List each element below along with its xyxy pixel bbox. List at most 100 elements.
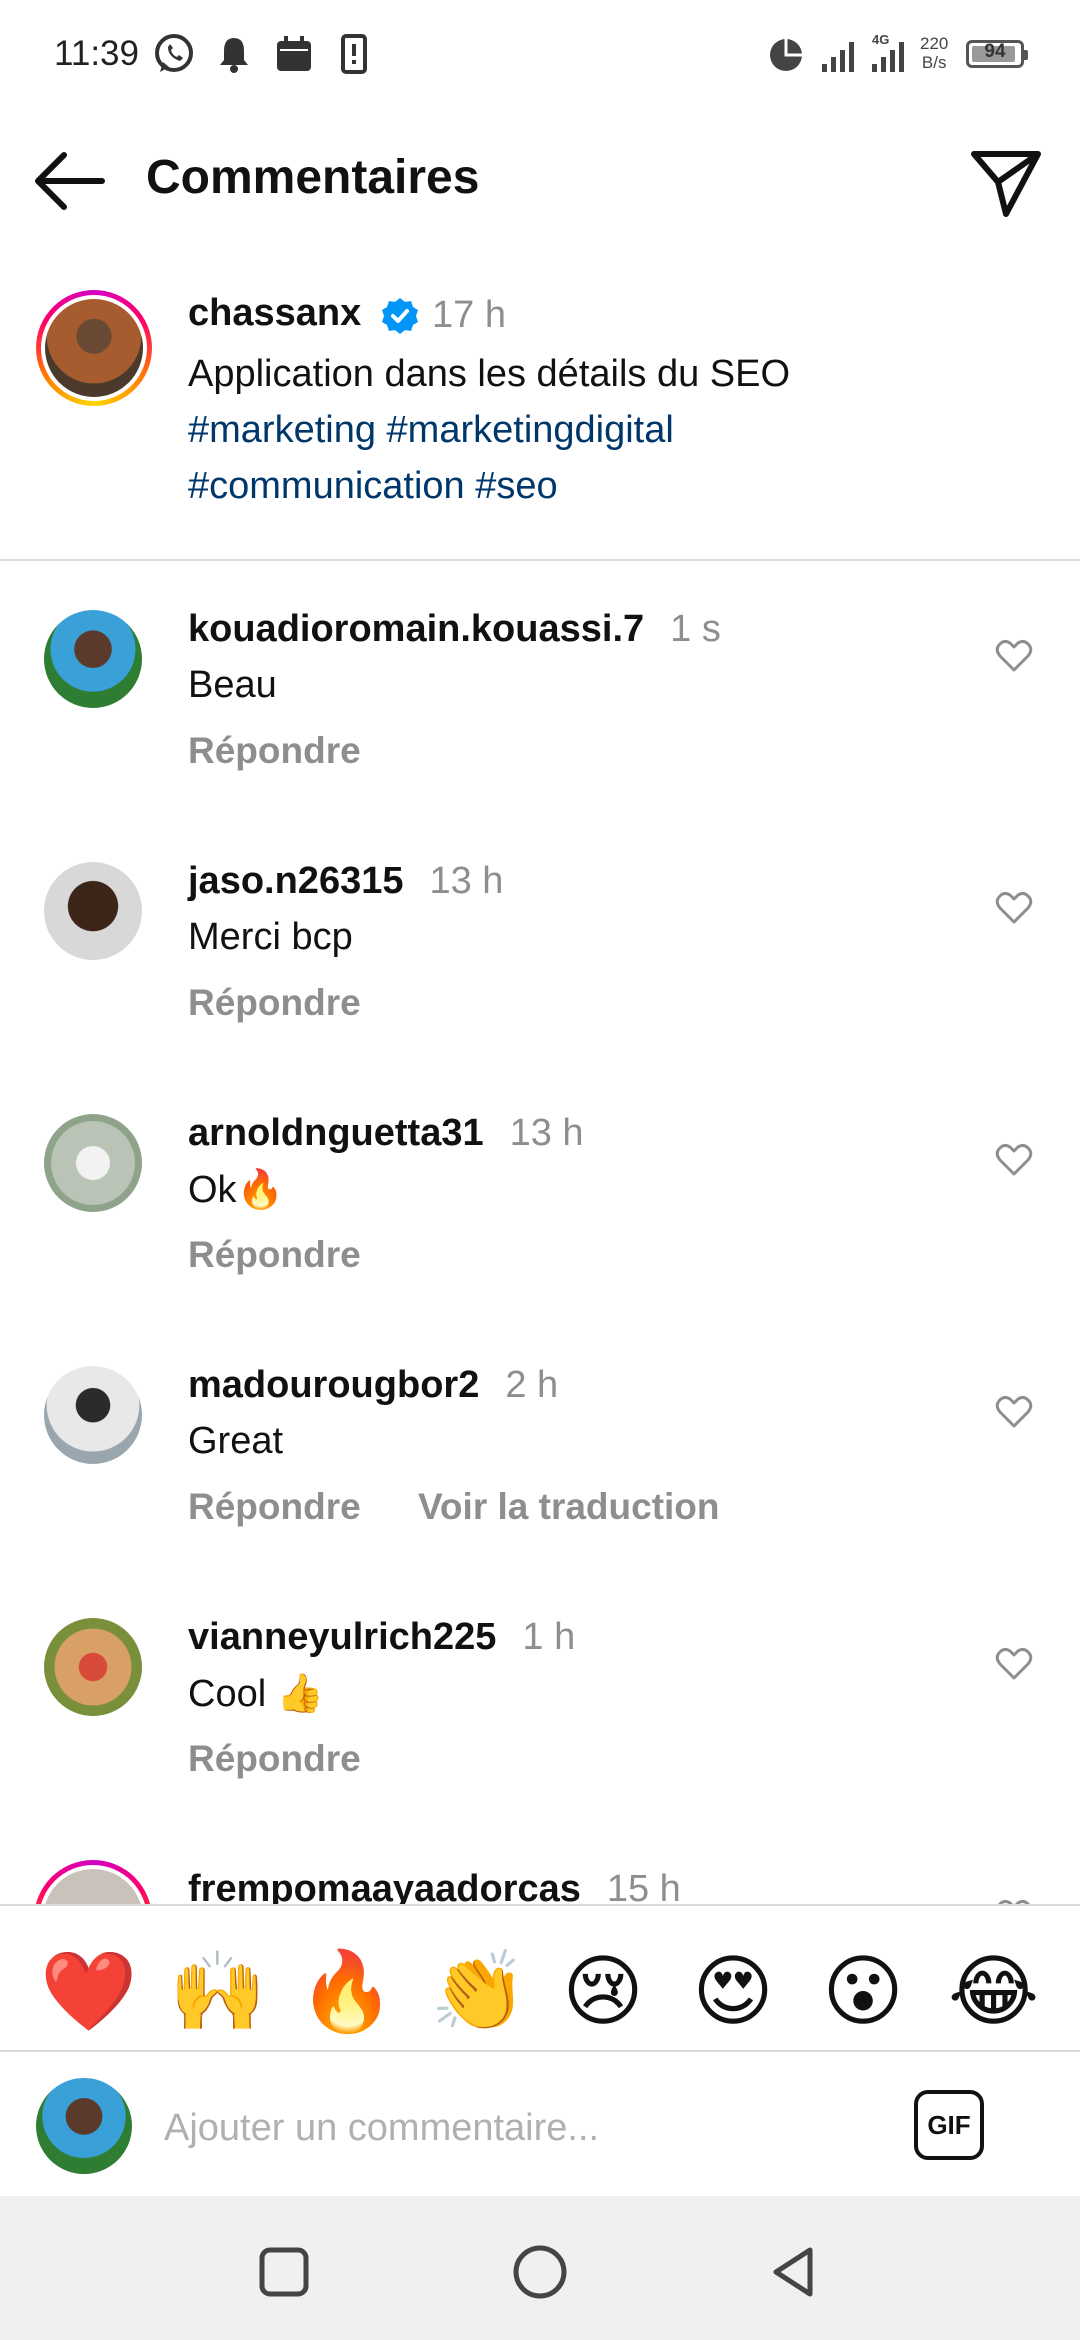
comment-text: Ok🔥 xyxy=(188,1169,284,1211)
heart-outline-icon xyxy=(995,1647,1033,1680)
battery-icon: 94 xyxy=(966,40,1028,68)
comment-time: 13 h xyxy=(429,860,504,902)
arrow-left-icon xyxy=(35,152,105,210)
recent-apps-button[interactable] xyxy=(252,2240,316,2304)
comment-avatar[interactable] xyxy=(44,1366,142,1464)
post-caption: Application dans les détails du SEO #mar… xyxy=(188,346,1008,514)
heart-outline-icon xyxy=(995,639,1033,672)
like-button[interactable] xyxy=(994,1140,1034,1180)
comment-username[interactable]: jaso.n26315 xyxy=(188,860,403,902)
comment-text: Great xyxy=(188,1420,284,1462)
reply-button[interactable]: Répondre xyxy=(188,730,361,772)
circle-icon xyxy=(513,2245,567,2299)
comment-item: madourougbor2 2 h Great Répondre Voir la … xyxy=(0,1344,1080,1596)
comment-username[interactable]: vianneyulrich225 xyxy=(188,1616,496,1658)
heart-outline-icon xyxy=(997,1899,1031,1904)
comment-text: Beau xyxy=(188,664,277,706)
like-button[interactable] xyxy=(994,1644,1034,1684)
like-button[interactable] xyxy=(994,1896,1034,1904)
battery-level: 94 xyxy=(984,41,1006,62)
status-time: 11:39 xyxy=(54,34,139,73)
comment-username[interactable]: madourougbor2 xyxy=(188,1364,479,1406)
see-translation-button[interactable]: Voir la traduction xyxy=(418,1486,720,1528)
comment-composer: GIF xyxy=(0,2050,1080,2198)
reply-button[interactable]: Répondre xyxy=(188,982,361,1024)
comment-time: 13 h xyxy=(509,1112,584,1154)
back-button[interactable] xyxy=(30,146,114,216)
hashtag-link[interactable]: #seo xyxy=(475,465,557,507)
signal-icon xyxy=(818,30,866,78)
heart-outline-icon xyxy=(995,1143,1033,1176)
battery-tip xyxy=(1024,50,1028,60)
comment-username[interactable]: frempomaayaadorcas xyxy=(188,1868,581,1904)
hashtag-link[interactable]: #marketingdigital xyxy=(387,409,674,451)
comment-item: vianneyulrich225 1 h Cool 👍 Répondre xyxy=(0,1596,1080,1848)
bell-icon xyxy=(210,30,258,78)
comment-time: 2 h xyxy=(505,1364,559,1406)
divider xyxy=(0,559,1080,561)
reply-button[interactable]: Répondre xyxy=(188,1486,361,1528)
heart-outline-icon xyxy=(995,1395,1033,1428)
comment-header: vianneyulrich225 1 h xyxy=(188,1616,575,1659)
post-author-username[interactable]: chassanx xyxy=(188,292,361,335)
emoji-fire-button[interactable]: 🔥 xyxy=(298,1946,395,2036)
comment-time: 15 h xyxy=(606,1868,681,1904)
triangle-back-icon xyxy=(773,2247,813,2297)
network-speed-unit: B/s xyxy=(921,53,947,72)
comment-item: jaso.n26315 13 h Merci bcp Répondre xyxy=(0,840,1080,1092)
comment-header: jaso.n26315 13 h xyxy=(188,860,503,903)
comment-input[interactable] xyxy=(164,2100,864,2156)
emoji-laughing-button[interactable]: 😂 xyxy=(948,1946,1039,2036)
comment-avatar[interactable] xyxy=(44,1114,142,1212)
emoji-clap-button[interactable]: 👏 xyxy=(430,1946,527,2036)
svg-text:4G: 4G xyxy=(872,32,889,47)
emoji-heart-button[interactable]: ❤️ xyxy=(40,1946,137,2036)
post-author-avatar[interactable] xyxy=(36,290,152,406)
comment-avatar[interactable] xyxy=(44,862,142,960)
like-button[interactable] xyxy=(994,1392,1034,1432)
back-nav-button[interactable] xyxy=(762,2240,826,2304)
emoji-quick-bar: ❤️ 🙌 🔥 👏 😢 😍 😮 😂 xyxy=(0,1904,1080,2052)
comment-text: Cool 👍 xyxy=(188,1673,325,1715)
network-speed-value: 220 xyxy=(920,34,949,53)
comment-avatar[interactable] xyxy=(44,1618,142,1716)
emoji-heart-eyes-button[interactable]: 😍 xyxy=(688,1946,778,2036)
hashtag-link[interactable]: #communication xyxy=(188,465,465,507)
comment-item: kouadioromain.kouassi.7 1 s Beau Répondre xyxy=(0,588,1080,840)
comment-username[interactable]: kouadioromain.kouassi.7 xyxy=(188,608,644,650)
calendar-icon xyxy=(270,30,318,78)
home-button[interactable] xyxy=(508,2240,572,2304)
comment-header: arnoldnguetta31 13 h xyxy=(188,1112,584,1155)
comment-avatar[interactable] xyxy=(34,1860,152,1904)
like-button[interactable] xyxy=(994,888,1034,928)
emoji-crying-button[interactable]: 😢 xyxy=(558,1946,648,2036)
comment-time: 1 s xyxy=(670,608,721,650)
hashtag-link[interactable]: #marketing xyxy=(188,409,376,451)
square-icon xyxy=(259,2247,309,2297)
comment-header: kouadioromain.kouassi.7 1 s xyxy=(188,608,721,651)
comment-text: Merci bcp xyxy=(188,916,353,958)
phone-storage-icon xyxy=(330,30,378,78)
caption-text: Application dans les détails du SEO xyxy=(188,353,791,395)
comment-item: arnoldnguetta31 13 h Ok🔥 Répondre xyxy=(0,1092,1080,1344)
verified-badge-icon xyxy=(380,296,420,336)
share-button[interactable] xyxy=(966,142,1046,222)
emoji-surprised-button[interactable]: 😮 xyxy=(818,1946,908,2036)
system-navigation-bar xyxy=(0,2196,1080,2340)
whatsapp-icon xyxy=(150,30,198,78)
reply-button[interactable]: Répondre xyxy=(188,1234,361,1276)
comment-avatar[interactable] xyxy=(44,610,142,708)
gif-button[interactable]: GIF xyxy=(914,2090,984,2160)
current-user-avatar xyxy=(36,2078,132,2174)
heart-outline-icon xyxy=(995,891,1033,924)
comment-item: frempomaayaadorcas 15 h xyxy=(0,1848,1080,1904)
network-speed: 220 B/s xyxy=(920,34,948,72)
comment-username[interactable]: arnoldnguetta31 xyxy=(188,1112,484,1154)
emoji-raised-hands-button[interactable]: 🙌 xyxy=(169,1946,266,2036)
page-title: Commentaires xyxy=(146,151,480,204)
reply-button[interactable]: Répondre xyxy=(188,1738,361,1780)
data-saver-icon xyxy=(762,30,810,78)
status-bar: 11:39 4G 220 B/s 94 xyxy=(0,0,1080,110)
comment-time: 1 h xyxy=(522,1616,576,1658)
like-button[interactable] xyxy=(994,636,1034,676)
